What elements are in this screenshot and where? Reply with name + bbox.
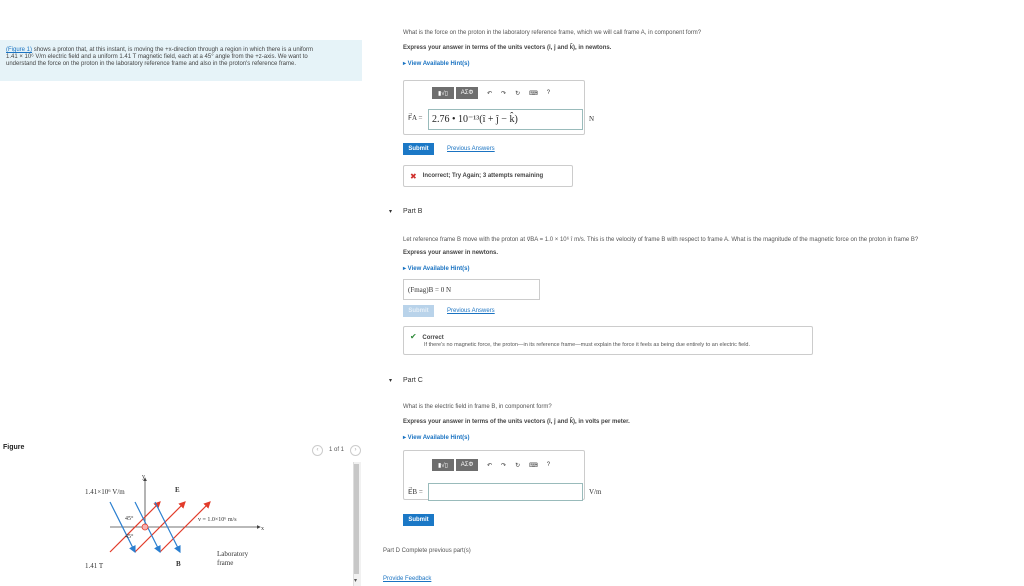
next-figure-button[interactable]: › [350, 444, 362, 456]
scroll-down-icon[interactable]: ▾ [354, 578, 359, 584]
figure-scroll-thumb[interactable] [354, 464, 359, 574]
part-a-unit: N [589, 115, 595, 123]
part-b-feedback-body: If there's no magnetic force, the proton… [424, 342, 751, 348]
provide-feedback-link[interactable]: Provide Feedback [383, 576, 431, 582]
b-magnitude-label: 1.41 T [85, 562, 104, 570]
undo-icon[interactable]: ↶ [487, 90, 492, 97]
frame-label-1: Laboratory [217, 550, 249, 558]
help-icon[interactable]: ? [547, 462, 550, 468]
part-a-instruction: Express your answer in terms of the unit… [403, 45, 612, 51]
keyboard-icon[interactable]: ⌨ [529, 462, 538, 469]
part-c-unit: V/m [589, 488, 602, 496]
redo-icon[interactable]: ↷ [501, 90, 506, 97]
redo-icon[interactable]: ↷ [501, 462, 506, 469]
correct-icon: ✔ [410, 332, 417, 341]
part-a-feedback-text: Incorrect; Try Again; 3 attempts remaini… [422, 173, 544, 179]
reset-icon[interactable]: ↻ [515, 90, 520, 97]
part-b-feedback-title: Correct [422, 335, 444, 341]
part-a-question: What is the force on the proton in the l… [403, 30, 702, 36]
part-d-status: Part D Complete previous part(s) [383, 548, 471, 554]
figure-link[interactable]: (Figure 1) [6, 47, 32, 53]
part-a-hints-link[interactable]: ▸ View Available Hint(s) [403, 60, 469, 67]
angle-top-label: 45° [125, 515, 134, 522]
part-b-collapse-icon[interactable]: ▾ [389, 208, 392, 215]
figure-pager: ‹ 1 of 1 › [312, 444, 362, 456]
part-c-question: What is the electric field in frame B, i… [403, 404, 552, 410]
part-a-answer-label: F⃗A = [408, 114, 423, 122]
y-axis-label: y [142, 474, 145, 480]
part-b-hints-link[interactable]: ▸ View Available Hint(s) [403, 265, 469, 272]
b-vector-label: B [176, 560, 181, 568]
e-vector-label: E [175, 486, 180, 494]
velocity-label: v = 1.0×10⁶ m/s [198, 517, 237, 523]
problem-intro: (Figure 1) shows a proton that, at this … [0, 40, 362, 81]
templates-button[interactable]: ▮√▯ [432, 87, 454, 99]
part-c-header[interactable]: Part C [403, 377, 423, 384]
intro-line-2: 1.41 × 10⁶ V/m electric field and a unif… [6, 54, 308, 60]
frame-label-2: frame [217, 559, 233, 567]
part-b-submit-button[interactable]: Submit [403, 305, 434, 317]
part-a-toolbar: ▮√▯ AΣΦ ↶ ↷ ↻ ⌨ ? [432, 87, 550, 99]
part-a-previous-answers-link[interactable]: Previous Answers [447, 146, 495, 152]
figure-diagram: 1.41×10⁶ V/m 1.41 T y x E B 45° 45° v = … [85, 474, 264, 570]
undo-icon[interactable]: ↶ [487, 462, 492, 469]
part-b-answer-display: (Fmag)B = 0 N [403, 279, 540, 300]
pager-label: 1 of 1 [329, 447, 345, 453]
part-c-toolbar: ▮√▯ AΣΦ ↶ ↷ ↻ ⌨ ? [432, 459, 550, 471]
intro-line-1: shows a proton that, at this instant, is… [33, 47, 314, 53]
part-c-submit-button[interactable]: Submit [403, 514, 434, 526]
part-a-submit-button[interactable]: Submit [403, 143, 434, 155]
intro-line-3: understand the force on the proton in th… [6, 61, 296, 67]
greek-symbols-button[interactable]: AΣΦ [456, 459, 478, 471]
part-c-instruction: Express your answer in terms of the unit… [403, 419, 630, 425]
part-b-previous-answers-link[interactable]: Previous Answers [447, 308, 495, 314]
part-a-feedback: ✖ Incorrect; Try Again; 3 attempts remai… [403, 165, 573, 187]
figure-title: Figure [3, 444, 25, 451]
prev-figure-button[interactable]: ‹ [312, 444, 323, 456]
part-b-instruction: Express your answer in newtons. [403, 250, 499, 256]
part-c-answer-label: E⃗B = [408, 488, 423, 496]
proton-marker [141, 523, 149, 531]
part-c-hints-link[interactable]: ▸ View Available Hint(s) [403, 434, 469, 441]
reset-icon[interactable]: ↻ [515, 462, 520, 469]
incorrect-icon: ✖ [410, 171, 417, 181]
part-a-answer-input[interactable]: 2.76 • 10⁻¹³(î + ĵ − k̂) [428, 109, 583, 130]
x-axis-label: x [261, 526, 264, 532]
e-magnitude-label: 1.41×10⁶ V/m [85, 488, 125, 496]
part-b-feedback: ✔ Correct If there's no magnetic force, … [403, 326, 813, 355]
keyboard-icon[interactable]: ⌨ [529, 90, 538, 97]
part-c-answer-input[interactable] [428, 483, 583, 501]
help-icon[interactable]: ? [547, 90, 550, 96]
angle-bottom-label: 45° [125, 533, 134, 540]
part-c-collapse-icon[interactable]: ▾ [389, 377, 392, 384]
templates-button[interactable]: ▮√▯ [432, 459, 454, 471]
part-b-question: Let reference frame B move with the prot… [403, 237, 919, 243]
greek-symbols-button[interactable]: AΣΦ [456, 87, 478, 99]
part-b-header[interactable]: Part B [403, 208, 422, 215]
